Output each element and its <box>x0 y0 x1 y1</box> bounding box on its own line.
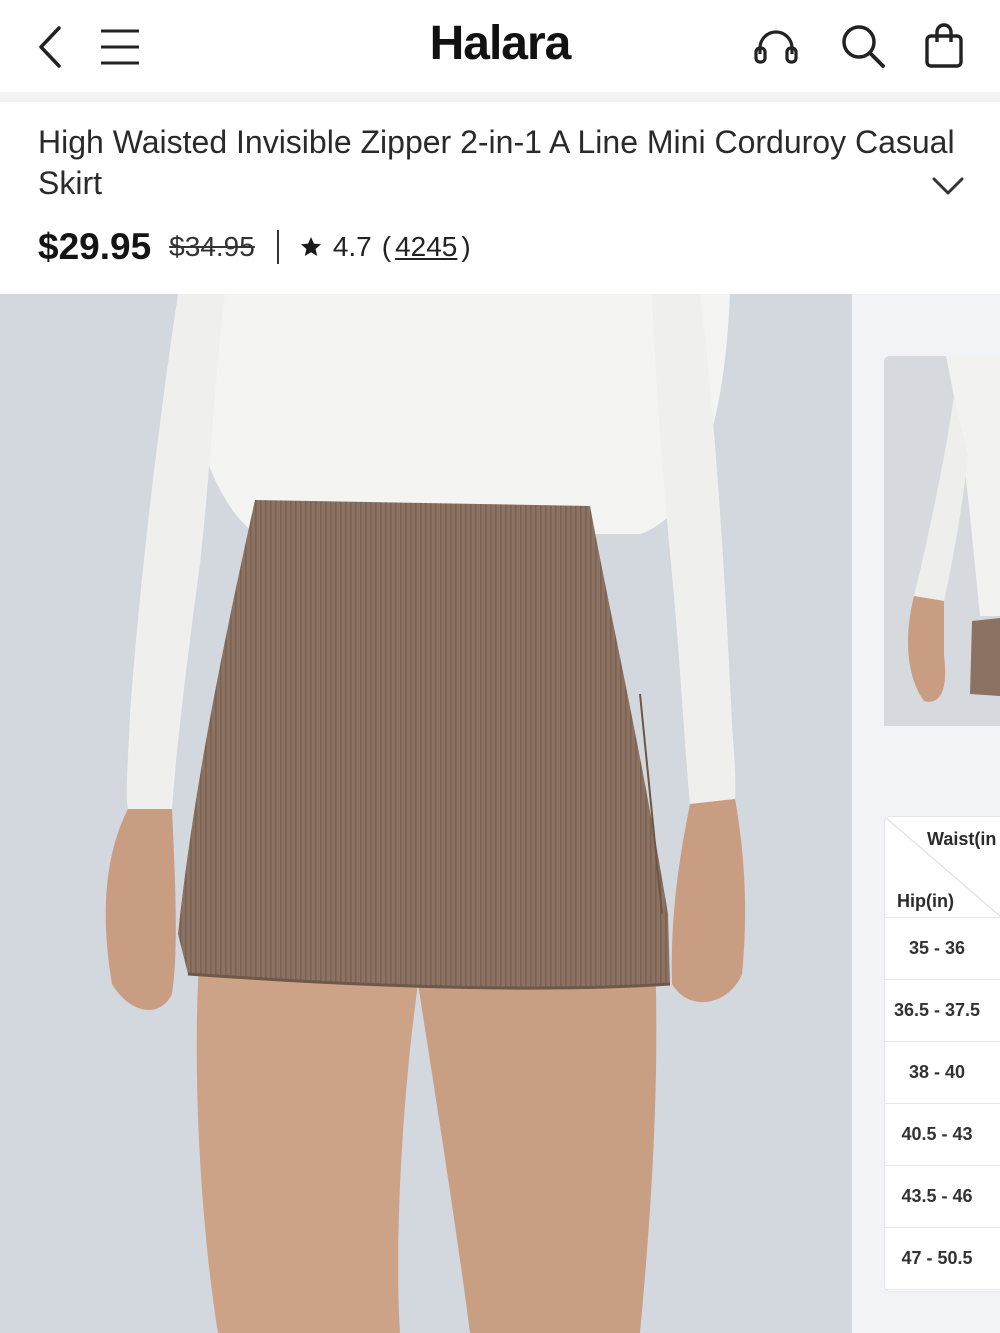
waist-column-header: Waist(in <box>927 829 997 849</box>
size-row: 47 - 50.5 <box>885 1228 1000 1290</box>
paren-open: ( <box>381 231 392 262</box>
header-divider <box>0 92 1000 102</box>
hip-row-header: Hip(in) <box>897 891 954 911</box>
product-title: High Waisted Invisible Zipper 2-in-1 A L… <box>38 124 955 201</box>
search-button[interactable] <box>836 20 890 72</box>
price-rating-row: $29.95 $34.95 4.7 ( 4245 ) <box>38 224 471 270</box>
chevron-down-icon <box>932 177 964 195</box>
shopping-bag-button[interactable] <box>918 20 970 72</box>
sale-price: $29.95 <box>38 226 152 267</box>
rating-value: 4.7 <box>332 231 372 262</box>
size-row: 40.5 - 43 <box>885 1104 1000 1166</box>
shopping-bag-icon <box>925 23 963 68</box>
size-row: 36.5 - 37.5 <box>885 980 1000 1042</box>
star-icon <box>299 235 323 259</box>
expand-title-button[interactable] <box>920 168 976 204</box>
top-nav-bar: Halara <box>0 0 1000 92</box>
review-count-link[interactable]: 4245 <box>395 231 457 263</box>
thumbnail-image[interactable] <box>884 356 1000 726</box>
size-row: 43.5 - 46 <box>885 1166 1000 1228</box>
size-row: 35 - 36 <box>885 918 1000 980</box>
size-row: 38 - 40 <box>885 1042 1000 1104</box>
original-price: $34.95 <box>169 231 255 262</box>
search-icon <box>842 25 885 68</box>
size-chart-header: Waist(in Hip(in) <box>885 817 1000 918</box>
size-chart-table: Waist(in Hip(in) 35 - 36 36.5 - 37.5 38 … <box>884 816 1000 1292</box>
product-image-gallery[interactable]: Waist(in Hip(in) 35 - 36 36.5 - 37.5 38 … <box>0 294 1000 1333</box>
price-separator <box>276 230 279 264</box>
customer-support-button[interactable] <box>748 22 804 72</box>
product-photo[interactable] <box>0 294 852 1333</box>
paren-close: ) <box>461 231 471 262</box>
headset-icon <box>754 30 798 64</box>
